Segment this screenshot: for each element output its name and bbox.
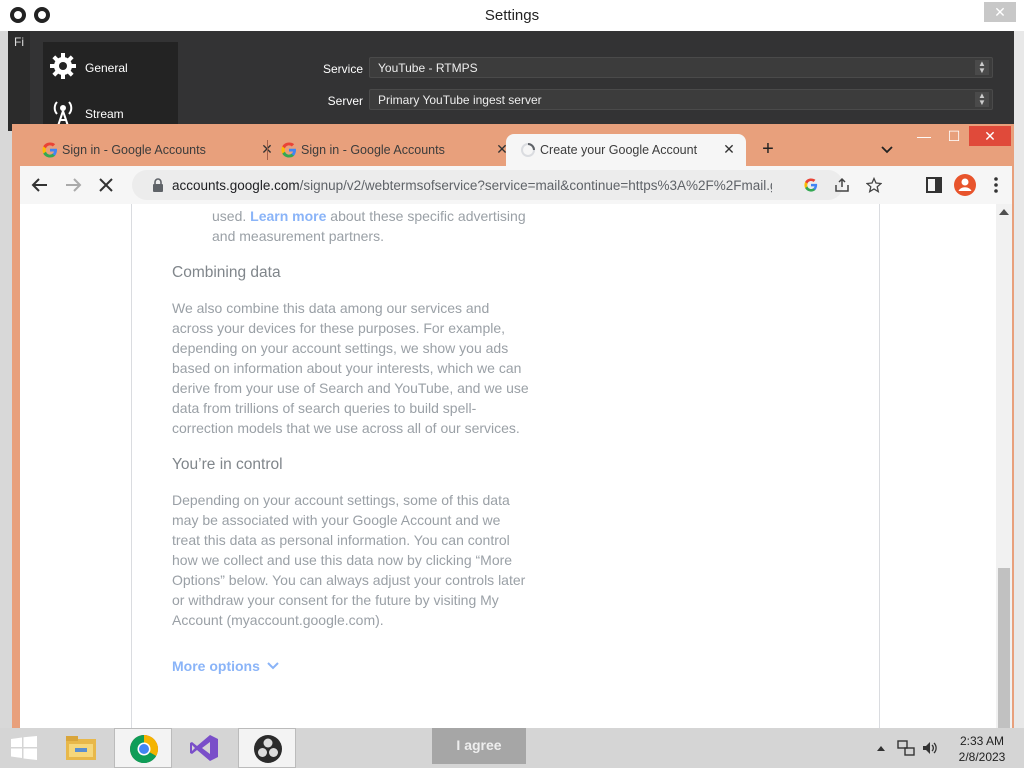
taskbar-file-explorer[interactable]	[53, 728, 109, 768]
obs-nav-general[interactable]: General	[43, 44, 178, 88]
server-value: Primary YouTube ingest server	[378, 93, 542, 107]
tray-chevron-up-icon[interactable]	[876, 744, 886, 752]
volume-icon[interactable]	[921, 739, 939, 757]
lock-icon	[153, 178, 163, 192]
url-path: /signup/v2/webtermsofservice?service=mai…	[299, 178, 772, 193]
close-tab-icon[interactable]: ✕	[720, 140, 738, 158]
windows-taskbar: I agree 2:33 AM 2/8/2023	[0, 728, 1024, 768]
minimize-button[interactable]: —	[909, 126, 939, 146]
start-button[interactable]	[0, 728, 56, 768]
bookmark-star-icon[interactable]	[866, 177, 882, 193]
system-clock[interactable]: 2:33 AM 2/8/2023	[950, 733, 1014, 765]
obs-close-button[interactable]: ✕	[984, 2, 1016, 22]
address-bar[interactable]: accounts.google.com/signup/v2/webtermsof…	[132, 170, 882, 200]
kebab-menu-icon[interactable]	[984, 173, 1008, 197]
obs-settings-nav: General Stream	[43, 42, 178, 132]
profile-avatar-icon[interactable]	[953, 173, 977, 197]
file-explorer-icon	[66, 736, 96, 760]
scroll-thumb[interactable]	[998, 568, 1010, 740]
windows-start-icon	[11, 736, 37, 760]
obs-icon	[254, 735, 282, 763]
gear-icon	[50, 53, 76, 79]
taskbar-obs[interactable]	[238, 728, 296, 768]
maximize-button[interactable]: ☐	[939, 126, 969, 146]
taskbar-visual-studio[interactable]	[176, 728, 232, 768]
loading-spinner-icon	[521, 143, 535, 157]
page-scrollbar[interactable]	[996, 204, 1012, 740]
service-label: Service	[322, 62, 363, 76]
terms-card: used. Learn more about these specific ad…	[131, 204, 880, 740]
page-viewport: used. Learn more about these specific ad…	[20, 204, 996, 740]
obs-window-title: Settings	[484, 7, 540, 24]
partners-pre: used.	[212, 208, 247, 224]
tab-title: Create your Google Account	[540, 143, 698, 157]
new-tab-button[interactable]: +	[757, 138, 779, 160]
tab-title: Sign in - Google Accounts	[62, 143, 206, 157]
google-g-icon	[281, 142, 296, 158]
close-window-button[interactable]: ✕	[969, 126, 1011, 146]
tab-create-account[interactable]: Create your Google Account ✕	[506, 134, 746, 166]
obs-nav-label: Stream	[85, 107, 124, 121]
chevron-down-icon	[267, 662, 279, 670]
partners-paragraph: used. Learn more about these specific ad…	[212, 206, 542, 246]
browser-toolbar: accounts.google.com/signup/v2/webtermsof…	[20, 166, 1012, 204]
i-agree-button[interactable]: I agree	[432, 728, 526, 764]
tab-sign-in-1[interactable]: Sign in - Google Accounts ✕	[28, 134, 273, 166]
chrome-icon	[130, 735, 158, 763]
url-text[interactable]: accounts.google.com/signup/v2/webtermsof…	[172, 178, 772, 193]
tab-title: Sign in - Google Accounts	[301, 143, 445, 157]
service-value: YouTube - RTMPS	[378, 61, 478, 75]
share-icon[interactable]	[834, 177, 850, 193]
obs-window-edge	[1014, 31, 1024, 740]
clock-date: 2/8/2023	[958, 750, 1006, 764]
more-options-label: More options	[172, 658, 260, 674]
network-icon[interactable]	[897, 739, 915, 757]
url-host: accounts.google.com	[172, 178, 300, 193]
google-g-icon	[42, 142, 57, 158]
scroll-up-arrow-icon[interactable]	[999, 209, 1009, 215]
in-control-heading: You’re in control	[172, 456, 283, 473]
service-select[interactable]: YouTube - RTMPS ▲ ▼	[369, 57, 993, 78]
stop-loading-icon[interactable]	[94, 173, 118, 197]
obs-main-window-edge: Fi	[8, 31, 30, 131]
tab-sign-in-2[interactable]: Sign in - Google Accounts ✕	[267, 134, 508, 166]
antenna-icon	[53, 101, 73, 126]
combining-data-body: We also combine this data among our serv…	[172, 300, 529, 436]
tab-strip: Sign in - Google Accounts ✕ Sign in - Go…	[12, 124, 1014, 166]
back-arrow-icon[interactable]	[28, 173, 52, 197]
learn-more-link[interactable]: Learn more	[250, 208, 326, 224]
obs-nav-label: General	[85, 61, 128, 75]
taskbar-chrome[interactable]	[114, 728, 172, 768]
obs-titlebar: Settings ✕	[0, 0, 1024, 31]
google-g-icon[interactable]	[804, 178, 818, 192]
server-label: Server	[327, 94, 363, 108]
in-control-body: Depending on your account settings, some…	[172, 492, 526, 628]
more-options-link[interactable]: More options	[172, 658, 280, 674]
visual-studio-icon	[190, 735, 218, 761]
clock-time: 2:33 AM	[959, 734, 1005, 748]
forward-arrow-icon[interactable]	[61, 173, 85, 197]
chrome-window: Sign in - Google Accounts ✕ Sign in - Go…	[12, 124, 1014, 740]
side-panel-icon[interactable]	[922, 173, 946, 197]
combining-data-heading: Combining data	[172, 264, 281, 281]
chevron-down-icon[interactable]	[876, 138, 898, 160]
updown-arrows-icon: ▲ ▼	[975, 60, 989, 75]
server-select[interactable]: Primary YouTube ingest server ▲ ▼	[369, 89, 993, 110]
updown-arrows-icon: ▲ ▼	[975, 92, 989, 107]
